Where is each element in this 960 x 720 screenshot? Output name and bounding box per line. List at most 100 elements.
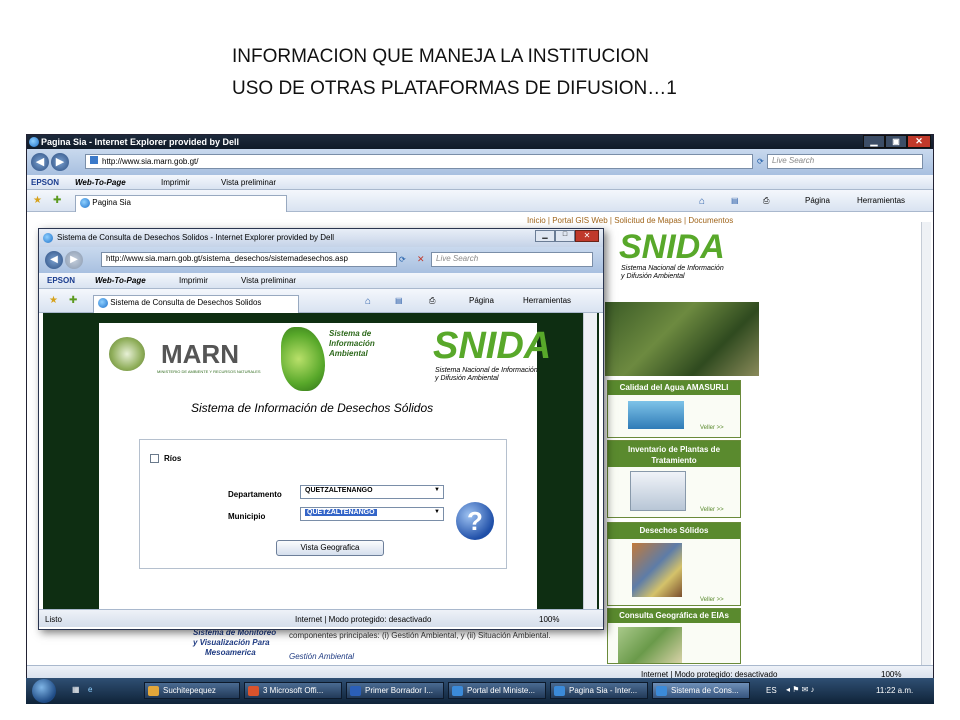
vista-geografica-button[interactable]: Vista Geografica <box>276 540 384 556</box>
outer-snida-sub1: Sistema Nacional de Información <box>621 265 724 272</box>
taskbar-item-4[interactable]: Portal del Ministe... <box>448 682 546 699</box>
panel-title: Consulta Geográfica de EIAs <box>608 609 740 623</box>
feeds-icon[interactable]: ▤ <box>731 196 739 205</box>
water-image <box>628 401 684 429</box>
inner-address-row: ◀ ▶ http://www.sia.marn.gob.gt/sistema_d… <box>39 247 603 273</box>
inner-status-text: Internet | Modo protegido: desactivado <box>295 615 432 624</box>
back-arrow-icon[interactable]: ◀ <box>45 251 63 269</box>
side-panel-calidad[interactable]: Calidad del Agua AMASURLI Veller >> <box>607 380 741 438</box>
inner-zoom[interactable]: 100% <box>539 615 559 624</box>
back-arrow-icon[interactable]: ◀ <box>31 153 49 171</box>
side-panel-inventario[interactable]: Inventario de Plantas de Tratamiento Vel… <box>607 440 741 518</box>
web-to-page-button[interactable]: Web-To-Page <box>75 178 126 187</box>
home-icon[interactable]: ⌂ <box>365 296 371 307</box>
favorites-star-icon[interactable]: ★ <box>33 195 42 206</box>
quick-launch-icon[interactable]: ▦ <box>72 685 80 694</box>
home-icon[interactable]: ⌂ <box>699 196 705 207</box>
taskbar-item-1[interactable]: Suchitepequez <box>144 682 240 699</box>
page-icon <box>90 156 98 164</box>
marn-sub: MINISTERIO DE AMBIENTE Y RECURSOS NATURA… <box>157 369 261 374</box>
outer-scrollbar[interactable] <box>921 222 931 665</box>
favorites-star-icon[interactable]: ★ <box>49 295 58 306</box>
taskbar-item-label: Primer Borrador I... <box>365 686 434 695</box>
inner-url-field[interactable]: http://www.sia.marn.gob.gt/sistema_desec… <box>101 252 397 267</box>
minimize-button[interactable]: ▁ <box>863 135 885 148</box>
clock[interactable]: 11:22 a.m. <box>876 686 913 695</box>
office-icon <box>248 686 259 696</box>
taskbar-item-label: Pagina Sia - Inter... <box>569 686 638 695</box>
link-portal-gis[interactable]: Portal GIS Web <box>552 216 607 225</box>
forest-photo <box>605 302 759 376</box>
add-favorite-icon[interactable]: ✚ <box>69 295 77 306</box>
preview-button[interactable]: Vista preliminar <box>221 178 276 187</box>
mesoamerica-title3: Mesoamerica <box>205 648 256 657</box>
herramientas-menu[interactable]: Herramientas <box>857 196 905 205</box>
taskbar-item-3[interactable]: Primer Borrador I... <box>346 682 444 699</box>
printer-icon[interactable]: ⎙ <box>429 296 435 306</box>
print-button[interactable]: Imprimir <box>161 178 190 187</box>
epson-label: EPSON <box>31 178 60 187</box>
forward-arrow-icon[interactable]: ▶ <box>51 153 69 171</box>
refresh-icon[interactable]: ⟳ <box>399 255 406 264</box>
inner-snida-sub2: y Difusión Ambiental <box>435 375 499 382</box>
herramientas-menu[interactable]: Herramientas <box>523 296 571 305</box>
close-button[interactable]: ✕ <box>907 135 931 148</box>
outer-url: http://www.sia.marn.gob.gt/ <box>102 157 199 166</box>
ie-icon <box>43 233 53 243</box>
maximize-button[interactable]: □ <box>555 230 575 242</box>
pagina-menu[interactable]: Página <box>805 196 830 205</box>
close-button[interactable]: ✕ <box>575 230 599 242</box>
inner-tab-label: Sistema de Consulta de Desechos Solidos <box>110 298 262 308</box>
municipio-select[interactable]: QUETZALTENANGO ▼ <box>300 507 444 521</box>
inner-tab-desechos[interactable]: Sistema de Consulta de Desechos Solidos <box>93 295 299 313</box>
word-icon <box>350 686 361 696</box>
rios-label: Ríos <box>164 454 182 463</box>
inner-url: http://www.sia.marn.gob.gt/sistema_desec… <box>106 254 348 263</box>
inner-scrollbar[interactable] <box>583 313 597 609</box>
side-panel-desechos[interactable]: Desechos Sólidos Veller >> <box>607 522 741 606</box>
outer-url-field[interactable]: http://www.sia.marn.gob.gt/ <box>85 154 753 169</box>
maximize-button[interactable]: ▣ <box>885 135 907 148</box>
bottom-body-text: componentes principales: (i) Gestión Amb… <box>289 631 551 640</box>
link-inicio[interactable]: Inicio <box>527 216 546 225</box>
outer-tab-row: ★ ✚ Pagina Sia ⌂ ▤ ⎙ Página Herramientas <box>27 190 933 212</box>
forward-arrow-icon[interactable]: ▶ <box>65 251 83 269</box>
taskbar-item-6[interactable]: Sistema de Cons... <box>652 682 750 699</box>
language-indicator[interactable]: ES <box>766 686 777 695</box>
panel-more-link[interactable]: Veller >> <box>700 597 724 603</box>
print-button[interactable]: Imprimir <box>179 276 208 285</box>
panel-more-link[interactable]: Veller >> <box>700 425 724 431</box>
outer-search-field[interactable]: Live Search <box>767 154 923 169</box>
taskbar-item-label: Sistema de Cons... <box>671 686 739 695</box>
taskbar-item-2[interactable]: 3 Microsoft Offi... <box>244 682 342 699</box>
quick-launch-ie-icon[interactable]: e <box>88 685 92 694</box>
side-panel-eias[interactable]: Consulta Geográfica de EIAs <box>607 608 741 664</box>
outer-tab-pagina-sia[interactable]: Pagina Sia <box>75 195 287 212</box>
ie-icon <box>452 686 463 696</box>
rios-checkbox[interactable] <box>150 454 159 463</box>
app-heading: Sistema de Información de Desechos Sólid… <box>191 401 434 415</box>
inner-tab-row: ★ ✚ Sistema de Consulta de Desechos Soli… <box>39 289 603 313</box>
start-button[interactable] <box>32 679 56 703</box>
departamento-select[interactable]: QUETZALTENANGO ▼ <box>300 485 444 499</box>
stop-icon[interactable]: ✕ <box>417 254 425 265</box>
link-solicitud[interactable]: Solicitud de Mapas <box>614 216 682 225</box>
minimize-button[interactable]: ▁ <box>535 230 555 242</box>
feeds-icon[interactable]: ▤ <box>395 296 403 305</box>
inner-search-field[interactable]: Live Search <box>431 252 593 267</box>
tray-icons[interactable]: ◂ ⚑ ✉ ♪ <box>786 685 815 694</box>
refresh-icon[interactable]: ⟳ <box>757 157 764 166</box>
preview-button[interactable]: Vista preliminar <box>241 276 296 285</box>
inner-search-placeholder: Live Search <box>436 254 479 263</box>
gestion-ambiental-link[interactable]: Gestión Ambiental <box>289 652 354 661</box>
outer-search-placeholder: Live Search <box>772 156 815 165</box>
inner-epson-toolbar: EPSON Web-To-Page Imprimir Vista prelimi… <box>39 273 603 289</box>
add-favorite-icon[interactable]: ✚ <box>53 195 61 206</box>
help-icon[interactable]: ? <box>456 502 494 540</box>
web-to-page-button[interactable]: Web-To-Page <box>95 276 146 285</box>
taskbar-item-5[interactable]: Pagina Sia - Inter... <box>550 682 648 699</box>
link-documentos[interactable]: Documentos <box>688 216 733 225</box>
pagina-menu[interactable]: Página <box>469 296 494 305</box>
printer-icon[interactable]: ⎙ <box>763 196 769 206</box>
panel-more-link[interactable]: Veller >> <box>700 507 724 513</box>
